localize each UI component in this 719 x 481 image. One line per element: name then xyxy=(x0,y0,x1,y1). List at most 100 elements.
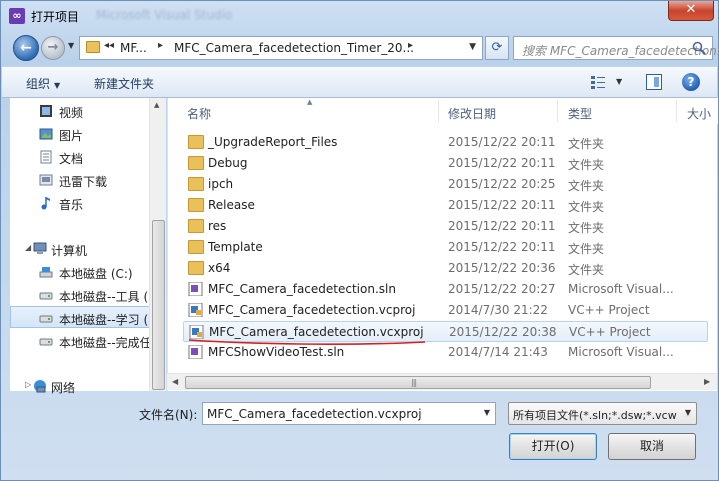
address-bar[interactable]: ◂◂ MF... ▸ MFC_Camera_facedetection_Time… xyxy=(79,36,483,60)
file-type-filter[interactable]: 所有项目文件(*.sln;*.dsw;*.vcw ▼ xyxy=(508,402,697,425)
breadcrumb-segment[interactable]: MFC_Camera_facedetection_Timer_20... xyxy=(174,41,414,55)
file-row[interactable]: ipch 2015/12/22 20:25 文件夹 xyxy=(183,174,708,195)
change-view-icon[interactable] xyxy=(590,75,606,89)
nav-item-xunlei-downloads[interactable]: 迅雷下载 xyxy=(10,169,150,191)
folder-icon xyxy=(86,41,100,53)
dialog-footer: 文件名(N): MFC_Camera_facedetection.vcxproj… xyxy=(2,393,717,480)
filename-input[interactable]: MFC_Camera_facedetection.vcxproj ▼ xyxy=(202,402,496,425)
navigation-scrollbar[interactable]: ▲ xyxy=(149,98,166,391)
file-name: _UpgradeReport_Files xyxy=(208,135,338,149)
drive-icon xyxy=(39,338,53,346)
horizontal-scrollbar[interactable]: ◀ ||| ▶ xyxy=(167,373,717,390)
file-row[interactable]: MFC_Camera_facedetection.vcproj 2014/7/3… xyxy=(183,300,708,321)
folder-icon xyxy=(188,198,204,212)
scroll-left-icon[interactable]: ◀ xyxy=(172,377,178,386)
back-button[interactable]: ← xyxy=(13,35,39,61)
grip-icon: ||| xyxy=(411,378,417,387)
column-divider[interactable] xyxy=(438,100,439,122)
file-date: 2015/12/22 20:11 xyxy=(448,156,556,170)
file-name: Release xyxy=(208,198,255,212)
nav-item-music[interactable]: 音乐 xyxy=(10,192,150,214)
computer-icon xyxy=(33,242,47,254)
file-date: 2015/12/22 20:11 xyxy=(448,198,556,212)
recent-locations-dropdown[interactable]: ▼ xyxy=(68,41,74,50)
expand-arrow-icon[interactable]: ▷ xyxy=(25,380,31,389)
file-row[interactable]: Template 2015/12/22 20:11 文件夹 xyxy=(183,237,708,258)
file-type: VC++ Project xyxy=(569,325,651,339)
filter-value: 所有项目文件(*.sln;*.dsw;*.vcw xyxy=(513,409,677,422)
file-row[interactable]: Release 2015/12/22 20:11 文件夹 xyxy=(183,195,708,216)
file-name: Debug xyxy=(208,156,248,170)
download-folder-icon xyxy=(39,174,53,186)
new-folder-button[interactable]: 新建文件夹 xyxy=(94,75,154,92)
nav-item-videos[interactable]: 视频 xyxy=(10,100,150,122)
file-date: 2015/12/22 20:36 xyxy=(448,261,556,275)
close-button[interactable]: ✕ xyxy=(668,1,714,21)
file-type: 文件夹 xyxy=(568,242,605,256)
preview-pane-icon[interactable] xyxy=(646,74,662,90)
file-row[interactable]: Debug 2015/12/22 20:11 文件夹 xyxy=(183,153,708,174)
nav-item-label: 本地磁盘--工具 ( xyxy=(59,290,149,304)
red-annotation-underline xyxy=(188,339,426,345)
nav-item-drive-c[interactable]: 本地磁盘 (C:) xyxy=(10,261,150,283)
scroll-up-icon[interactable]: ▲ xyxy=(154,101,159,109)
visual-studio-icon: ∞ xyxy=(9,8,25,24)
file-row[interactable]: res 2015/12/22 20:11 文件夹 xyxy=(183,216,708,237)
scrollbar-thumb[interactable]: ||| xyxy=(185,376,651,389)
file-type: 文件夹 xyxy=(568,179,605,193)
file-date: 2015/12/22 20:11 xyxy=(448,219,556,233)
folder-icon xyxy=(188,135,204,149)
refresh-button[interactable]: ⟳ xyxy=(485,36,509,60)
music-library-icon xyxy=(41,197,50,210)
forward-button[interactable]: → xyxy=(41,36,65,60)
nav-item-documents[interactable]: 文档 xyxy=(10,146,150,168)
expand-arrow-icon[interactable]: ◢ xyxy=(25,243,31,252)
file-date: 2015/12/22 20:11 xyxy=(448,240,556,254)
file-date: 2014/7/30 21:22 xyxy=(448,303,548,317)
column-divider[interactable] xyxy=(676,100,677,122)
folder-icon xyxy=(188,219,204,233)
chevron-down-icon[interactable]: ▼ xyxy=(484,408,490,417)
drive-icon xyxy=(39,292,53,300)
file-row[interactable]: MFC_Camera_facedetection.sln 2015/12/22 … xyxy=(183,279,708,300)
file-name: res xyxy=(208,219,227,233)
folder-icon xyxy=(188,240,204,254)
open-project-dialog: ∞ 打开项目 Microsoft Visual Studio ✕ ← → ▼ ◂… xyxy=(0,0,719,481)
breadcrumb-segment[interactable]: MF... xyxy=(120,41,147,55)
drive-icon xyxy=(39,315,53,323)
view-options-dropdown[interactable]: ▼ xyxy=(616,77,622,86)
folder-icon xyxy=(188,156,204,170)
cancel-button[interactable]: 取消 xyxy=(608,433,696,460)
organize-button[interactable]: 组织 ▼ xyxy=(26,75,60,92)
file-row[interactable]: _UpgradeReport_Files 2015/12/22 20:11 文件… xyxy=(183,132,708,153)
scroll-right-icon[interactable]: ▶ xyxy=(704,377,710,386)
search-icon[interactable] xyxy=(692,41,706,55)
breadcrumb-chevron-icon[interactable]: ▸ xyxy=(158,40,163,51)
address-dropdown-icon[interactable]: ▼ xyxy=(469,42,476,52)
nav-item-computer[interactable]: ◢ 计算机 xyxy=(10,238,150,260)
nav-item-drive-tools[interactable]: 本地磁盘--工具 ( xyxy=(10,284,150,306)
column-size[interactable]: 大小 xyxy=(687,105,711,122)
column-divider[interactable] xyxy=(557,100,558,122)
open-button[interactable]: 打开(O) xyxy=(509,433,597,460)
search-box[interactable]: 搜索 MFC_Camera_facedetection... xyxy=(513,36,719,60)
nav-item-label: 本地磁盘--完成任 xyxy=(59,336,152,350)
nav-item-pictures[interactable]: 图片 xyxy=(10,123,150,145)
nav-item-drive-completed[interactable]: 本地磁盘--完成任 xyxy=(10,330,152,352)
column-name[interactable]: 名称 xyxy=(187,105,211,122)
breadcrumb-separator-icon[interactable]: ◂◂ xyxy=(104,40,114,51)
chevron-down-icon[interactable]: ▼ xyxy=(681,408,691,417)
file-row[interactable]: x64 2015/12/22 20:36 文件夹 xyxy=(183,258,708,279)
video-library-icon xyxy=(40,105,52,117)
scrollbar-thumb[interactable] xyxy=(152,220,165,390)
breadcrumb-chevron-icon[interactable]: ▸ xyxy=(408,40,413,51)
nav-item-drive-study[interactable]: 本地磁盘--学习 ( xyxy=(10,306,160,328)
file-type: 文件夹 xyxy=(568,200,605,214)
title-bar[interactable]: ∞ 打开项目 Microsoft Visual Studio ✕ xyxy=(1,1,718,31)
nav-item-label: 本地磁盘--学习 ( xyxy=(59,313,149,327)
column-type[interactable]: 类型 xyxy=(568,105,592,122)
file-type: VC++ Project xyxy=(568,303,650,317)
column-date[interactable]: 修改日期 xyxy=(448,105,496,122)
help-icon[interactable]: ? xyxy=(682,73,700,91)
system-drive-icon xyxy=(39,267,53,278)
